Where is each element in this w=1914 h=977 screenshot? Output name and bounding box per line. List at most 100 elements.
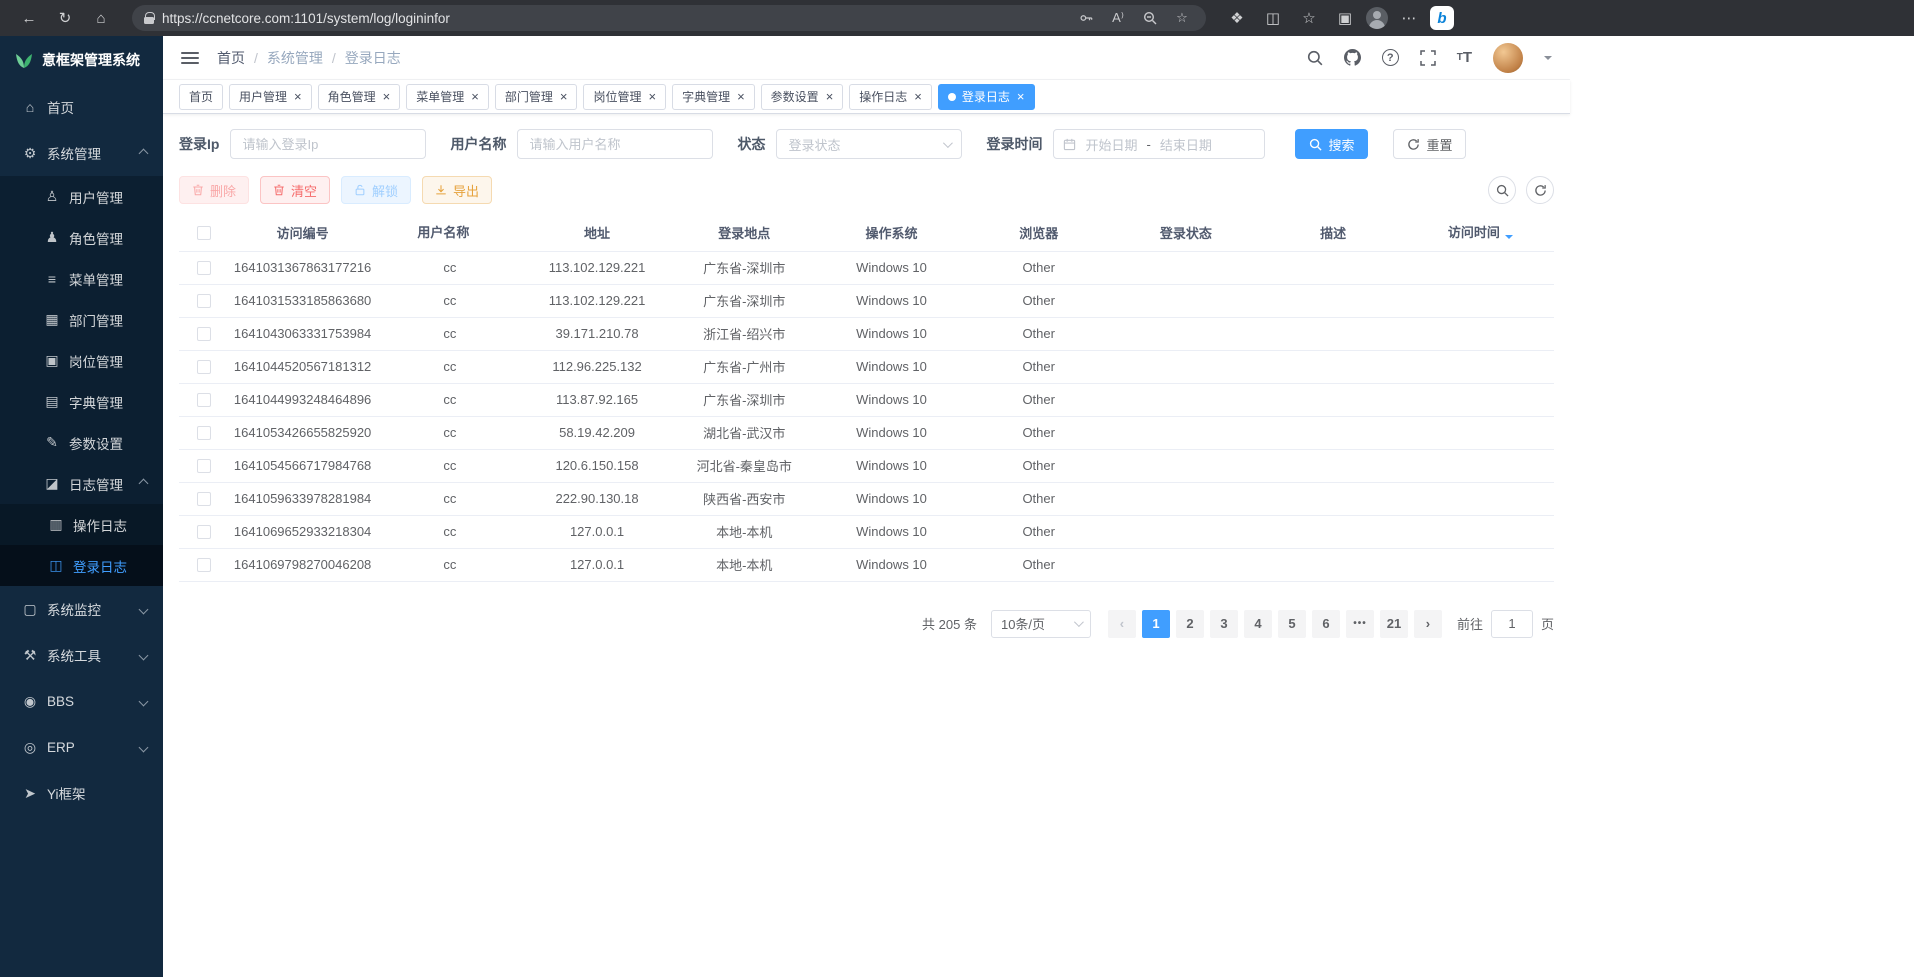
browser-home-icon[interactable]: ⌂ <box>86 4 116 32</box>
breadcrumb-item-home[interactable]: 首页 <box>217 48 245 68</box>
row-checkbox[interactable] <box>197 294 211 308</box>
row-checkbox[interactable] <box>197 459 211 473</box>
pagination-page-button[interactable]: 3 <box>1210 610 1238 638</box>
github-icon[interactable] <box>1344 49 1361 66</box>
sidebar-item-login-log[interactable]: ◫登录日志 <box>0 545 163 586</box>
row-checkbox[interactable] <box>197 261 211 275</box>
bing-copilot-icon[interactable]: b <box>1430 6 1454 30</box>
browser-menu-icon[interactable]: ⋯ <box>1394 4 1424 32</box>
toggle-search-icon[interactable] <box>1488 176 1516 204</box>
zoom-out-icon[interactable] <box>1138 6 1162 30</box>
pagination-page-button[interactable]: 5 <box>1278 610 1306 638</box>
sidebar-item-system-monitor[interactable]: ▢系统监控 <box>0 586 163 632</box>
breadcrumb-item-system[interactable]: 系统管理 <box>267 48 323 68</box>
address-bar[interactable]: https://ccnetcore.com:1101/system/log/lo… <box>132 5 1206 31</box>
select-all-checkbox[interactable] <box>197 226 211 240</box>
user-avatar[interactable] <box>1493 43 1523 73</box>
row-checkbox[interactable] <box>197 558 211 572</box>
close-icon[interactable]: × <box>294 90 302 103</box>
font-size-icon[interactable]: TT <box>1457 49 1472 66</box>
sidebar-item-dept-mgmt[interactable]: ▦部门管理 <box>0 299 163 340</box>
sidebar-item-home[interactable]: ⌂首页 <box>0 84 163 130</box>
close-icon[interactable]: × <box>560 90 568 103</box>
start-date-placeholder[interactable]: 开始日期 <box>1085 135 1137 154</box>
pagination-more-button[interactable]: ••• <box>1346 610 1374 638</box>
password-key-icon[interactable] <box>1074 6 1098 30</box>
tab-user[interactable]: 用户管理× <box>229 84 312 110</box>
user-name-input[interactable] <box>517 129 713 159</box>
close-icon[interactable]: × <box>648 90 656 103</box>
pagination-page-button[interactable]: 6 <box>1312 610 1340 638</box>
sidebar-item-yi-framework[interactable]: ➤Yi框架 <box>0 770 163 816</box>
close-icon[interactable]: × <box>471 90 479 103</box>
extensions-icon[interactable]: ❖ <box>1222 4 1252 32</box>
url-text[interactable]: https://ccnetcore.com:1101/system/log/lo… <box>162 11 1066 26</box>
split-screen-icon[interactable]: ◫ <box>1258 4 1288 32</box>
row-checkbox[interactable] <box>197 492 211 506</box>
tab-home[interactable]: 首页 <box>179 84 223 110</box>
back-icon[interactable]: ← <box>14 4 44 32</box>
sidebar-item-system-mgmt[interactable]: ⚙系统管理 <box>0 130 163 176</box>
add-favorite-icon[interactable]: ☆ <box>1170 6 1194 30</box>
pagination-page-button[interactable]: 1 <box>1142 610 1170 638</box>
search-icon[interactable] <box>1307 50 1323 66</box>
sidebar-item-log-mgmt[interactable]: ◪日志管理 <box>0 463 163 504</box>
row-checkbox[interactable] <box>197 393 211 407</box>
date-range-picker[interactable]: 开始日期 - 结束日期 <box>1053 129 1265 159</box>
page-size-select[interactable]: 10条/页 <box>991 610 1091 638</box>
close-icon[interactable]: × <box>737 90 745 103</box>
pagination-page-button[interactable]: 21 <box>1380 610 1408 638</box>
export-button[interactable]: 导出 <box>422 176 492 204</box>
login-ip-input[interactable] <box>230 129 426 159</box>
delete-button[interactable]: 删除 <box>179 176 249 204</box>
favorites-icon[interactable]: ☆ <box>1294 4 1324 32</box>
refresh-table-icon[interactable] <box>1526 176 1554 204</box>
sort-icon[interactable] <box>1505 225 1513 243</box>
tab-dict[interactable]: 字典管理× <box>672 84 755 110</box>
sidebar-item-role-mgmt[interactable]: ♟角色管理 <box>0 217 163 258</box>
sidebar-item-user-mgmt[interactable]: ♙用户管理 <box>0 176 163 217</box>
row-checkbox[interactable] <box>197 426 211 440</box>
status-select[interactable]: 登录状态 <box>776 129 962 159</box>
tab-post[interactable]: 岗位管理× <box>583 84 666 110</box>
sidebar-item-param-settings[interactable]: ✎参数设置 <box>0 422 163 463</box>
close-icon[interactable]: × <box>1017 90 1025 103</box>
clear-button[interactable]: 清空 <box>260 176 330 204</box>
close-icon[interactable]: × <box>914 90 922 103</box>
fullscreen-icon[interactable] <box>1420 50 1436 66</box>
sidebar-item-bbs[interactable]: ◉BBS <box>0 678 163 724</box>
end-date-placeholder[interactable]: 结束日期 <box>1160 135 1212 154</box>
browser-profile-avatar[interactable] <box>1366 7 1388 29</box>
tab-menu[interactable]: 菜单管理× <box>406 84 489 110</box>
row-checkbox[interactable] <box>197 525 211 539</box>
tab-loginlog[interactable]: 登录日志× <box>938 84 1035 110</box>
read-aloud-icon[interactable]: A⁾ <box>1106 6 1130 30</box>
pagination-page-button[interactable]: 4 <box>1244 610 1272 638</box>
chevron-down-icon[interactable] <box>1544 56 1552 64</box>
search-button[interactable]: 搜索 <box>1295 129 1368 159</box>
sidebar-item-dict-mgmt[interactable]: ▤字典管理 <box>0 381 163 422</box>
pagination-page-button[interactable]: 2 <box>1176 610 1204 638</box>
tab-role[interactable]: 角色管理× <box>318 84 401 110</box>
tab-dept[interactable]: 部门管理× <box>495 84 578 110</box>
help-icon[interactable]: ? <box>1382 49 1399 66</box>
close-icon[interactable]: × <box>826 90 834 103</box>
sidebar-item-erp[interactable]: ◎ERP <box>0 724 163 770</box>
sidebar-toggle-icon[interactable] <box>181 49 199 67</box>
unlock-button[interactable]: 解锁 <box>341 176 411 204</box>
tab-oplog[interactable]: 操作日志× <box>849 84 932 110</box>
tab-param[interactable]: 参数设置× <box>761 84 844 110</box>
refresh-page-icon[interactable]: ↻ <box>50 4 80 32</box>
sidebar-item-menu-mgmt[interactable]: ≡菜单管理 <box>0 258 163 299</box>
pagination-next-button[interactable]: › <box>1414 610 1442 638</box>
close-icon[interactable]: × <box>383 90 391 103</box>
collections-icon[interactable]: ▣ <box>1330 4 1360 32</box>
row-checkbox[interactable] <box>197 360 211 374</box>
reset-button[interactable]: 重置 <box>1393 129 1466 159</box>
pagination-prev-button[interactable]: ‹ <box>1108 610 1136 638</box>
sidebar-item-post-mgmt[interactable]: ▣岗位管理 <box>0 340 163 381</box>
sort-icon[interactable] <box>474 225 482 243</box>
goto-page-input[interactable] <box>1491 610 1533 638</box>
sidebar-item-system-tools[interactable]: ⚒系统工具 <box>0 632 163 678</box>
row-checkbox[interactable] <box>197 327 211 341</box>
